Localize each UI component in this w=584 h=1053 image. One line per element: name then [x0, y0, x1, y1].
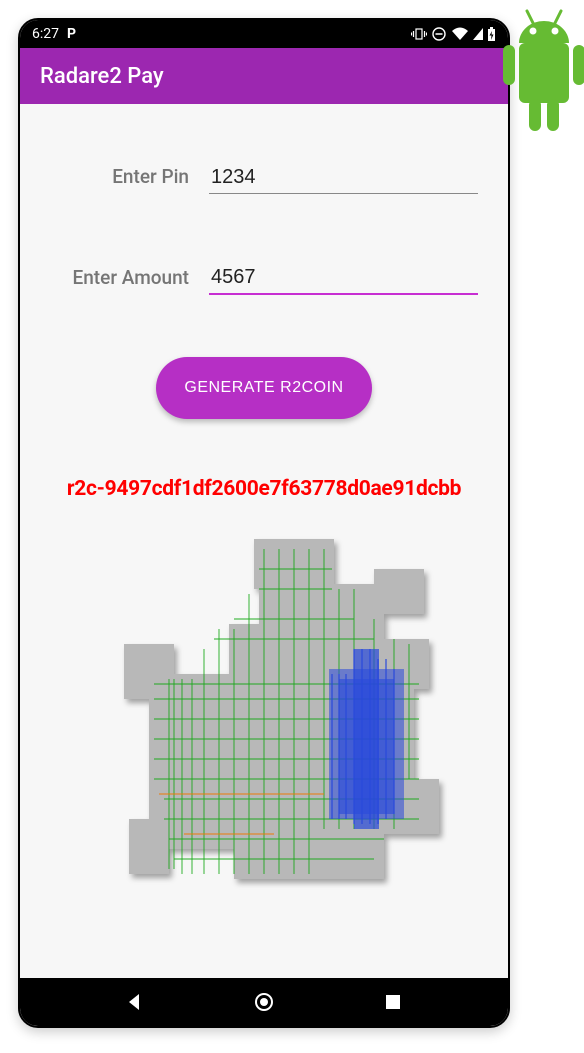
app-bar: Radare2 Pay [20, 48, 508, 104]
wifi-icon [451, 27, 469, 41]
nav-back-button[interactable] [121, 988, 149, 1016]
nav-home-button[interactable] [250, 988, 278, 1016]
status-bar: 6:27 P [20, 20, 508, 48]
amount-row: Enter Amount [50, 262, 478, 295]
android-mascot-icon [499, 0, 584, 155]
nav-recent-button[interactable] [379, 988, 407, 1016]
status-time: 6:27 [32, 26, 59, 42]
amount-label: Enter Amount [50, 266, 189, 295]
battery-icon [487, 27, 496, 42]
app-title: Radare2 Pay [40, 64, 164, 89]
pin-input[interactable] [209, 162, 478, 194]
status-icons-right [411, 26, 496, 42]
amount-input[interactable] [209, 262, 478, 295]
vibrate-icon [411, 26, 427, 42]
pin-row: Enter Pin [50, 162, 478, 194]
result-code: r2c-9497cdf1df2600e7f63778d0ae91dcbb [67, 477, 461, 501]
pin-label: Enter Pin [50, 165, 189, 194]
qr-code-image [74, 529, 454, 909]
navigation-bar [20, 978, 508, 1026]
status-app-icon: P [67, 26, 76, 42]
generate-button[interactable]: GENERATE R2COIN [156, 357, 371, 419]
dnd-icon [431, 26, 447, 42]
phone-frame: 6:27 P Radare2 Pay Enter Pin Enter Amoun… [18, 18, 510, 1028]
signal-icon [473, 27, 483, 41]
main-content: Enter Pin Enter Amount GENERATE R2COIN r… [20, 104, 508, 978]
